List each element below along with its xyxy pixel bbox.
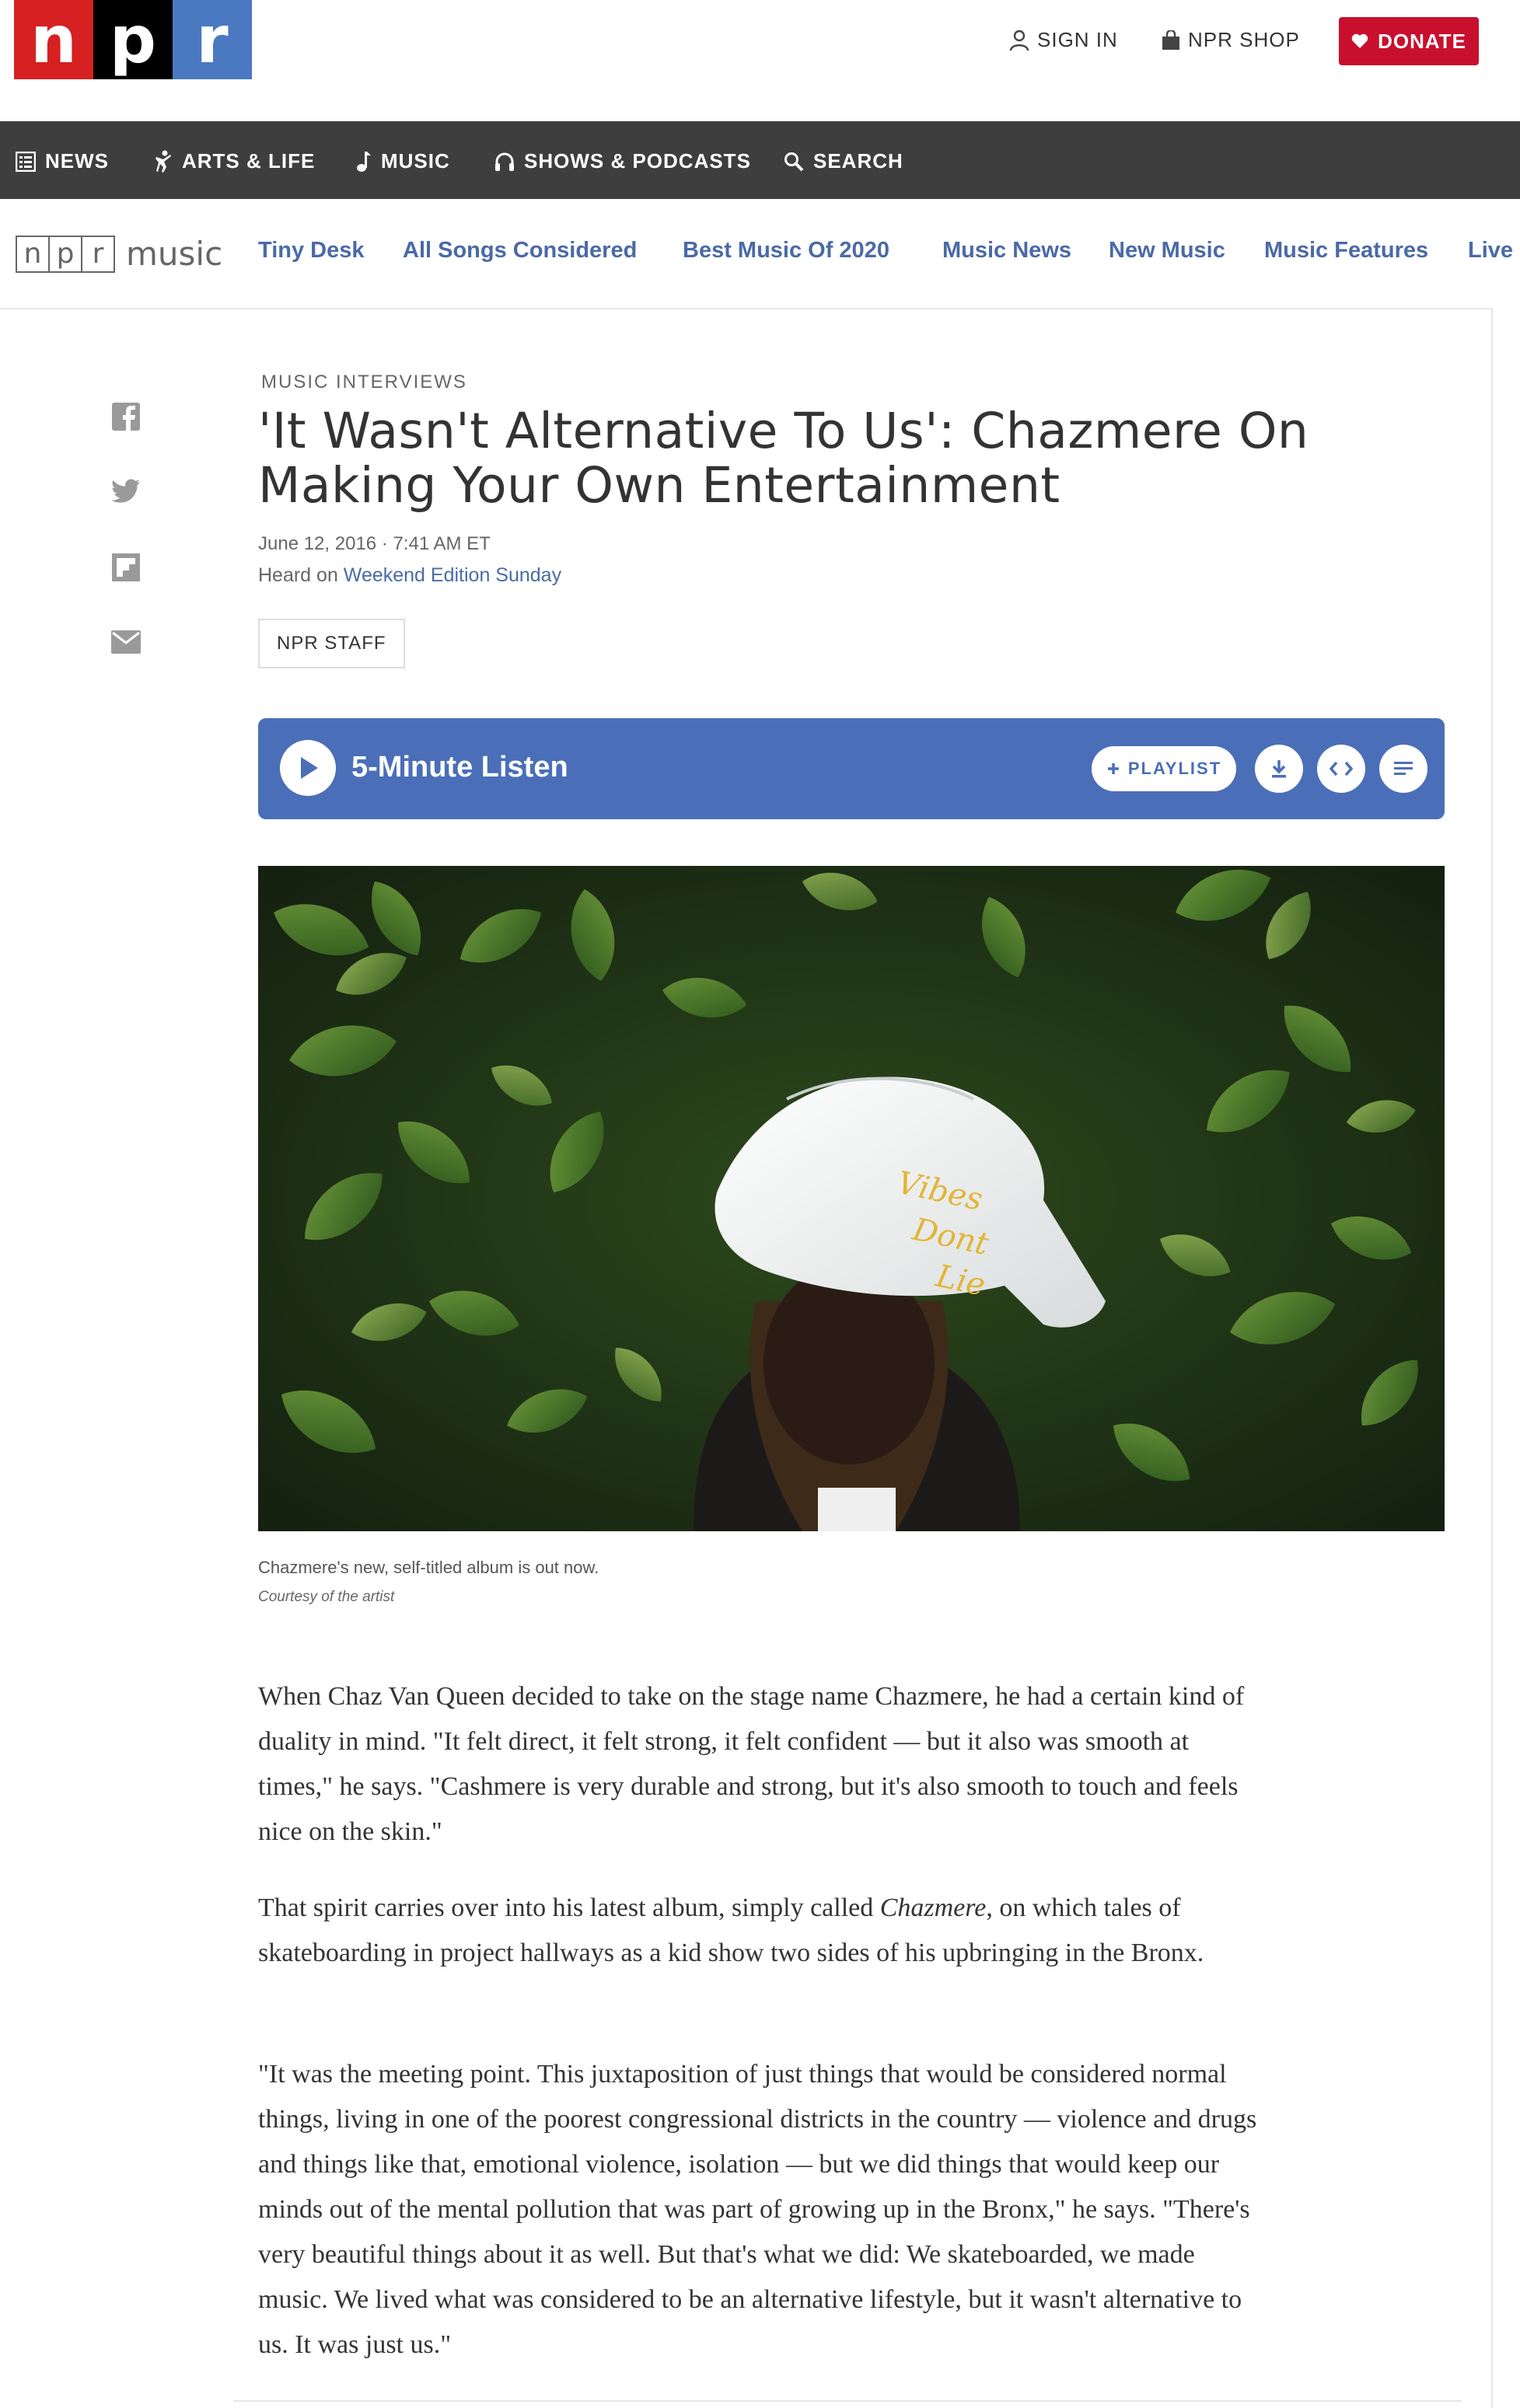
user-icon (1009, 30, 1029, 51)
download-icon (1272, 760, 1286, 778)
nav-search[interactable]: SEARCH (784, 149, 903, 173)
share-email[interactable] (110, 626, 142, 658)
heard-on-program-link[interactable]: Weekend Edition Sunday (344, 564, 561, 586)
nav-arts-life[interactable]: ARTS & LIFE (154, 149, 315, 173)
embed-code-icon (1330, 761, 1353, 776)
listen-duration: 5-Minute Listen (351, 751, 568, 783)
npr-music-logo-boxes: n p r (16, 235, 115, 273)
body-paragraph-2-before: That spirit carries over into his latest… (258, 1893, 880, 1922)
share-facebook[interactable] (110, 401, 142, 432)
nav-shows-label: SHOWS & PODCASTS (524, 149, 751, 173)
audio-player: 5-Minute Listen PLAYLIST (258, 718, 1445, 819)
body-paragraph-1: When Chaz Van Queen decided to take on t… (258, 1682, 1245, 1846)
nav-music-label: MUSIC (381, 149, 450, 173)
logo-letter-p: p (93, 0, 173, 79)
share-twitter[interactable] (110, 476, 142, 507)
nav-news-label: NEWS (45, 149, 109, 173)
nav-shows-podcasts[interactable]: SHOWS & PODCASTS (494, 149, 751, 173)
subnav-new-music[interactable]: New Music (1109, 238, 1225, 263)
npr-logo[interactable]: n p r (14, 0, 252, 79)
play-button[interactable] (280, 740, 336, 796)
playlist-label: PLAYLIST (1127, 759, 1222, 778)
subnav-best-music-2020[interactable]: Best Music Of 2020 (683, 238, 889, 263)
embed-button[interactable] (1317, 745, 1365, 793)
music-note-icon (357, 151, 371, 172)
photo-credit: Courtesy of the artist (258, 1589, 395, 1605)
photo-illustration: Vibes Dont Lie (258, 866, 1445, 1531)
donate-button[interactable]: DONATE (1339, 17, 1479, 65)
transcript-button[interactable] (1379, 745, 1427, 793)
npr-music-logo[interactable]: n p r music (16, 235, 222, 273)
plus-icon (1107, 763, 1119, 774)
play-icon (301, 757, 318, 779)
divider (233, 2400, 1462, 2402)
photo-caption: Chazmere's new, self-titled album is out… (258, 1558, 599, 1577)
share-flipboard[interactable] (110, 552, 142, 583)
album-title: Chazmere (879, 1893, 987, 1922)
flipboard-icon (112, 553, 140, 581)
subnav-music-features[interactable]: Music Features (1264, 238, 1428, 263)
nav-music[interactable]: MUSIC (356, 149, 450, 173)
logo-letter-n: n (14, 0, 93, 79)
subnav-tiny-desk[interactable]: Tiny Desk (258, 238, 364, 263)
shopping-bag-icon (1162, 30, 1179, 50)
arts-icon (155, 150, 171, 173)
logo-letter-r: r (173, 0, 252, 79)
body-paragraph-3: "It was the meeting point. This juxtapos… (258, 2060, 1257, 2359)
news-icon (16, 151, 36, 172)
nav-arts-label: ARTS & LIFE (182, 149, 316, 173)
main-nav: NEWS ARTS & LIFE MUSIC SHOWS & PODCASTS … (0, 121, 1520, 199)
nav-search-label: SEARCH (813, 149, 903, 173)
headphones-icon (495, 152, 514, 171)
npr-shop-link[interactable]: NPR SHOP (1162, 28, 1300, 52)
facebook-icon (112, 403, 140, 431)
transcript-icon (1394, 762, 1413, 775)
subnav-live[interactable]: Live (1468, 238, 1513, 263)
music-subnav: n p r music Tiny Desk All Songs Consider… (0, 199, 1520, 308)
heard-on-prefix: Heard on (258, 564, 344, 586)
sign-in-label: SIGN IN (1037, 28, 1118, 51)
twitter-icon (111, 479, 140, 503)
music-logo-letter-r: r (92, 238, 104, 270)
add-to-playlist-button[interactable]: PLAYLIST (1092, 746, 1236, 791)
music-logo-letter-p: p (50, 236, 82, 271)
article-date: June 12, 2016 · 7:41 AM ET (258, 533, 491, 554)
heard-on: Heard on Weekend Edition Sunday (258, 564, 561, 587)
email-icon (111, 630, 141, 654)
music-logo-word: music (126, 235, 223, 273)
subnav-all-songs-considered[interactable]: All Songs Considered (403, 238, 637, 263)
donate-label: DONATE (1378, 29, 1466, 53)
nav-news[interactable]: NEWS (16, 149, 109, 173)
search-icon (784, 152, 804, 171)
sign-in-link[interactable]: SIGN IN (1009, 28, 1118, 52)
article-photo[interactable]: Vibes Dont Lie (258, 866, 1445, 1531)
subnav-music-news[interactable]: Music News (942, 238, 1071, 263)
download-button[interactable] (1255, 745, 1303, 793)
music-logo-letter-n: n (17, 236, 50, 271)
body-paragraph-2: That spirit carries over into his latest… (258, 1886, 1269, 1976)
heart-icon (1351, 33, 1368, 48)
article-slug[interactable]: MUSIC INTERVIEWS (261, 372, 467, 393)
shop-label: NPR SHOP (1188, 28, 1300, 51)
byline-button[interactable]: NPR STAFF (258, 619, 405, 668)
site-header: n p r SIGN IN NPR SHOP DONATE (0, 0, 1520, 121)
article-title: 'It Wasn't Alternative To Us': Chazmere … (258, 403, 1309, 514)
